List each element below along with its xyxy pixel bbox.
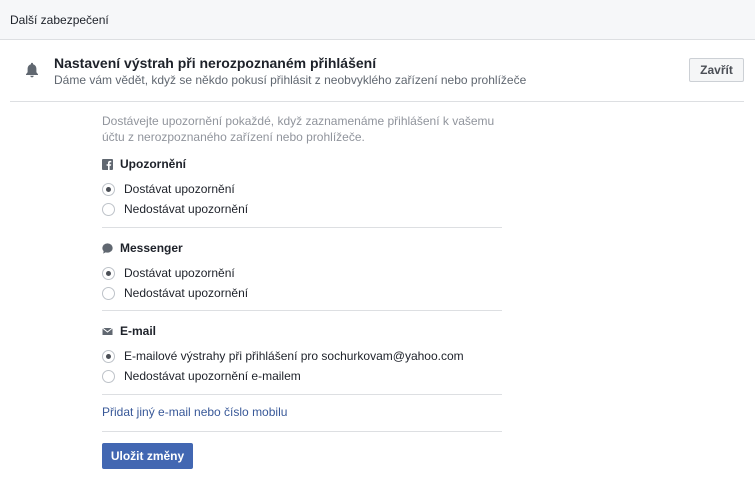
email-alerts-off-option[interactable]: Nedostávat upozornění e-mailem [102, 368, 301, 384]
messenger-section-header: Messenger [102, 241, 183, 255]
section-label: Messenger [120, 241, 183, 255]
divider [102, 227, 502, 228]
notifications-on-option[interactable]: Dostávat upozornění [102, 181, 235, 197]
messenger-off-option[interactable]: Nedostávat upozornění [102, 285, 248, 301]
save-changes-button[interactable]: Uložit změny [102, 443, 193, 469]
divider [102, 431, 502, 432]
radio-button[interactable] [102, 202, 115, 216]
email-section-header: E-mail [102, 324, 156, 338]
option-label: Nedostávat upozornění [124, 286, 249, 300]
close-button[interactable]: Zavřít [689, 58, 744, 82]
option-label: Dostávat upozornění [124, 182, 235, 196]
login-alerts-panel: Nastavení výstrah při nerozpoznaném přih… [0, 40, 755, 490]
add-email-or-phone-link[interactable]: Přidat jiný e-mail nebo číslo mobilu [102, 405, 287, 419]
option-label: Nedostávat upozornění e-mailem [124, 369, 301, 383]
notifications-off-option[interactable]: Nedostávat upozornění [102, 201, 248, 217]
email-alerts-on-option[interactable]: E-mailové výstrahy při přihlášení pro so… [102, 348, 464, 364]
section-label: E-mail [120, 324, 157, 338]
radio-button[interactable] [102, 286, 115, 300]
section-header: Další zabezpečení [0, 0, 755, 40]
option-label: E-mailové výstrahy při přihlášení pro so… [124, 349, 464, 363]
divider [102, 310, 502, 311]
security-settings-page: Další zabezpečení Nastavení výstrah při … [0, 0, 755, 490]
messenger-icon [102, 242, 113, 254]
panel-subtitle: Dáme vám vědět, když se někdo pokusí při… [54, 73, 527, 87]
messenger-on-option[interactable]: Dostávat upozornění [102, 265, 235, 281]
envelope-icon [102, 327, 113, 335]
radio-button[interactable] [102, 266, 115, 280]
radio-button[interactable] [102, 369, 115, 383]
option-label: Nedostávat upozornění [124, 202, 249, 216]
option-label: Dostávat upozornění [124, 266, 235, 280]
divider [10, 101, 744, 102]
section-title: Další zabezpečení [10, 13, 109, 27]
panel-title: Nastavení výstrah při nerozpoznaném přih… [54, 55, 377, 71]
radio-button[interactable] [102, 349, 115, 363]
intro-text: Dostávejte upozornění pokaždé, když zazn… [102, 114, 495, 144]
divider [102, 394, 502, 395]
bell-icon [26, 62, 38, 78]
facebook-icon [102, 158, 113, 170]
radio-button[interactable] [102, 182, 115, 196]
notifications-section-header: Upozornění [102, 157, 186, 171]
section-label: Upozornění [120, 157, 186, 171]
